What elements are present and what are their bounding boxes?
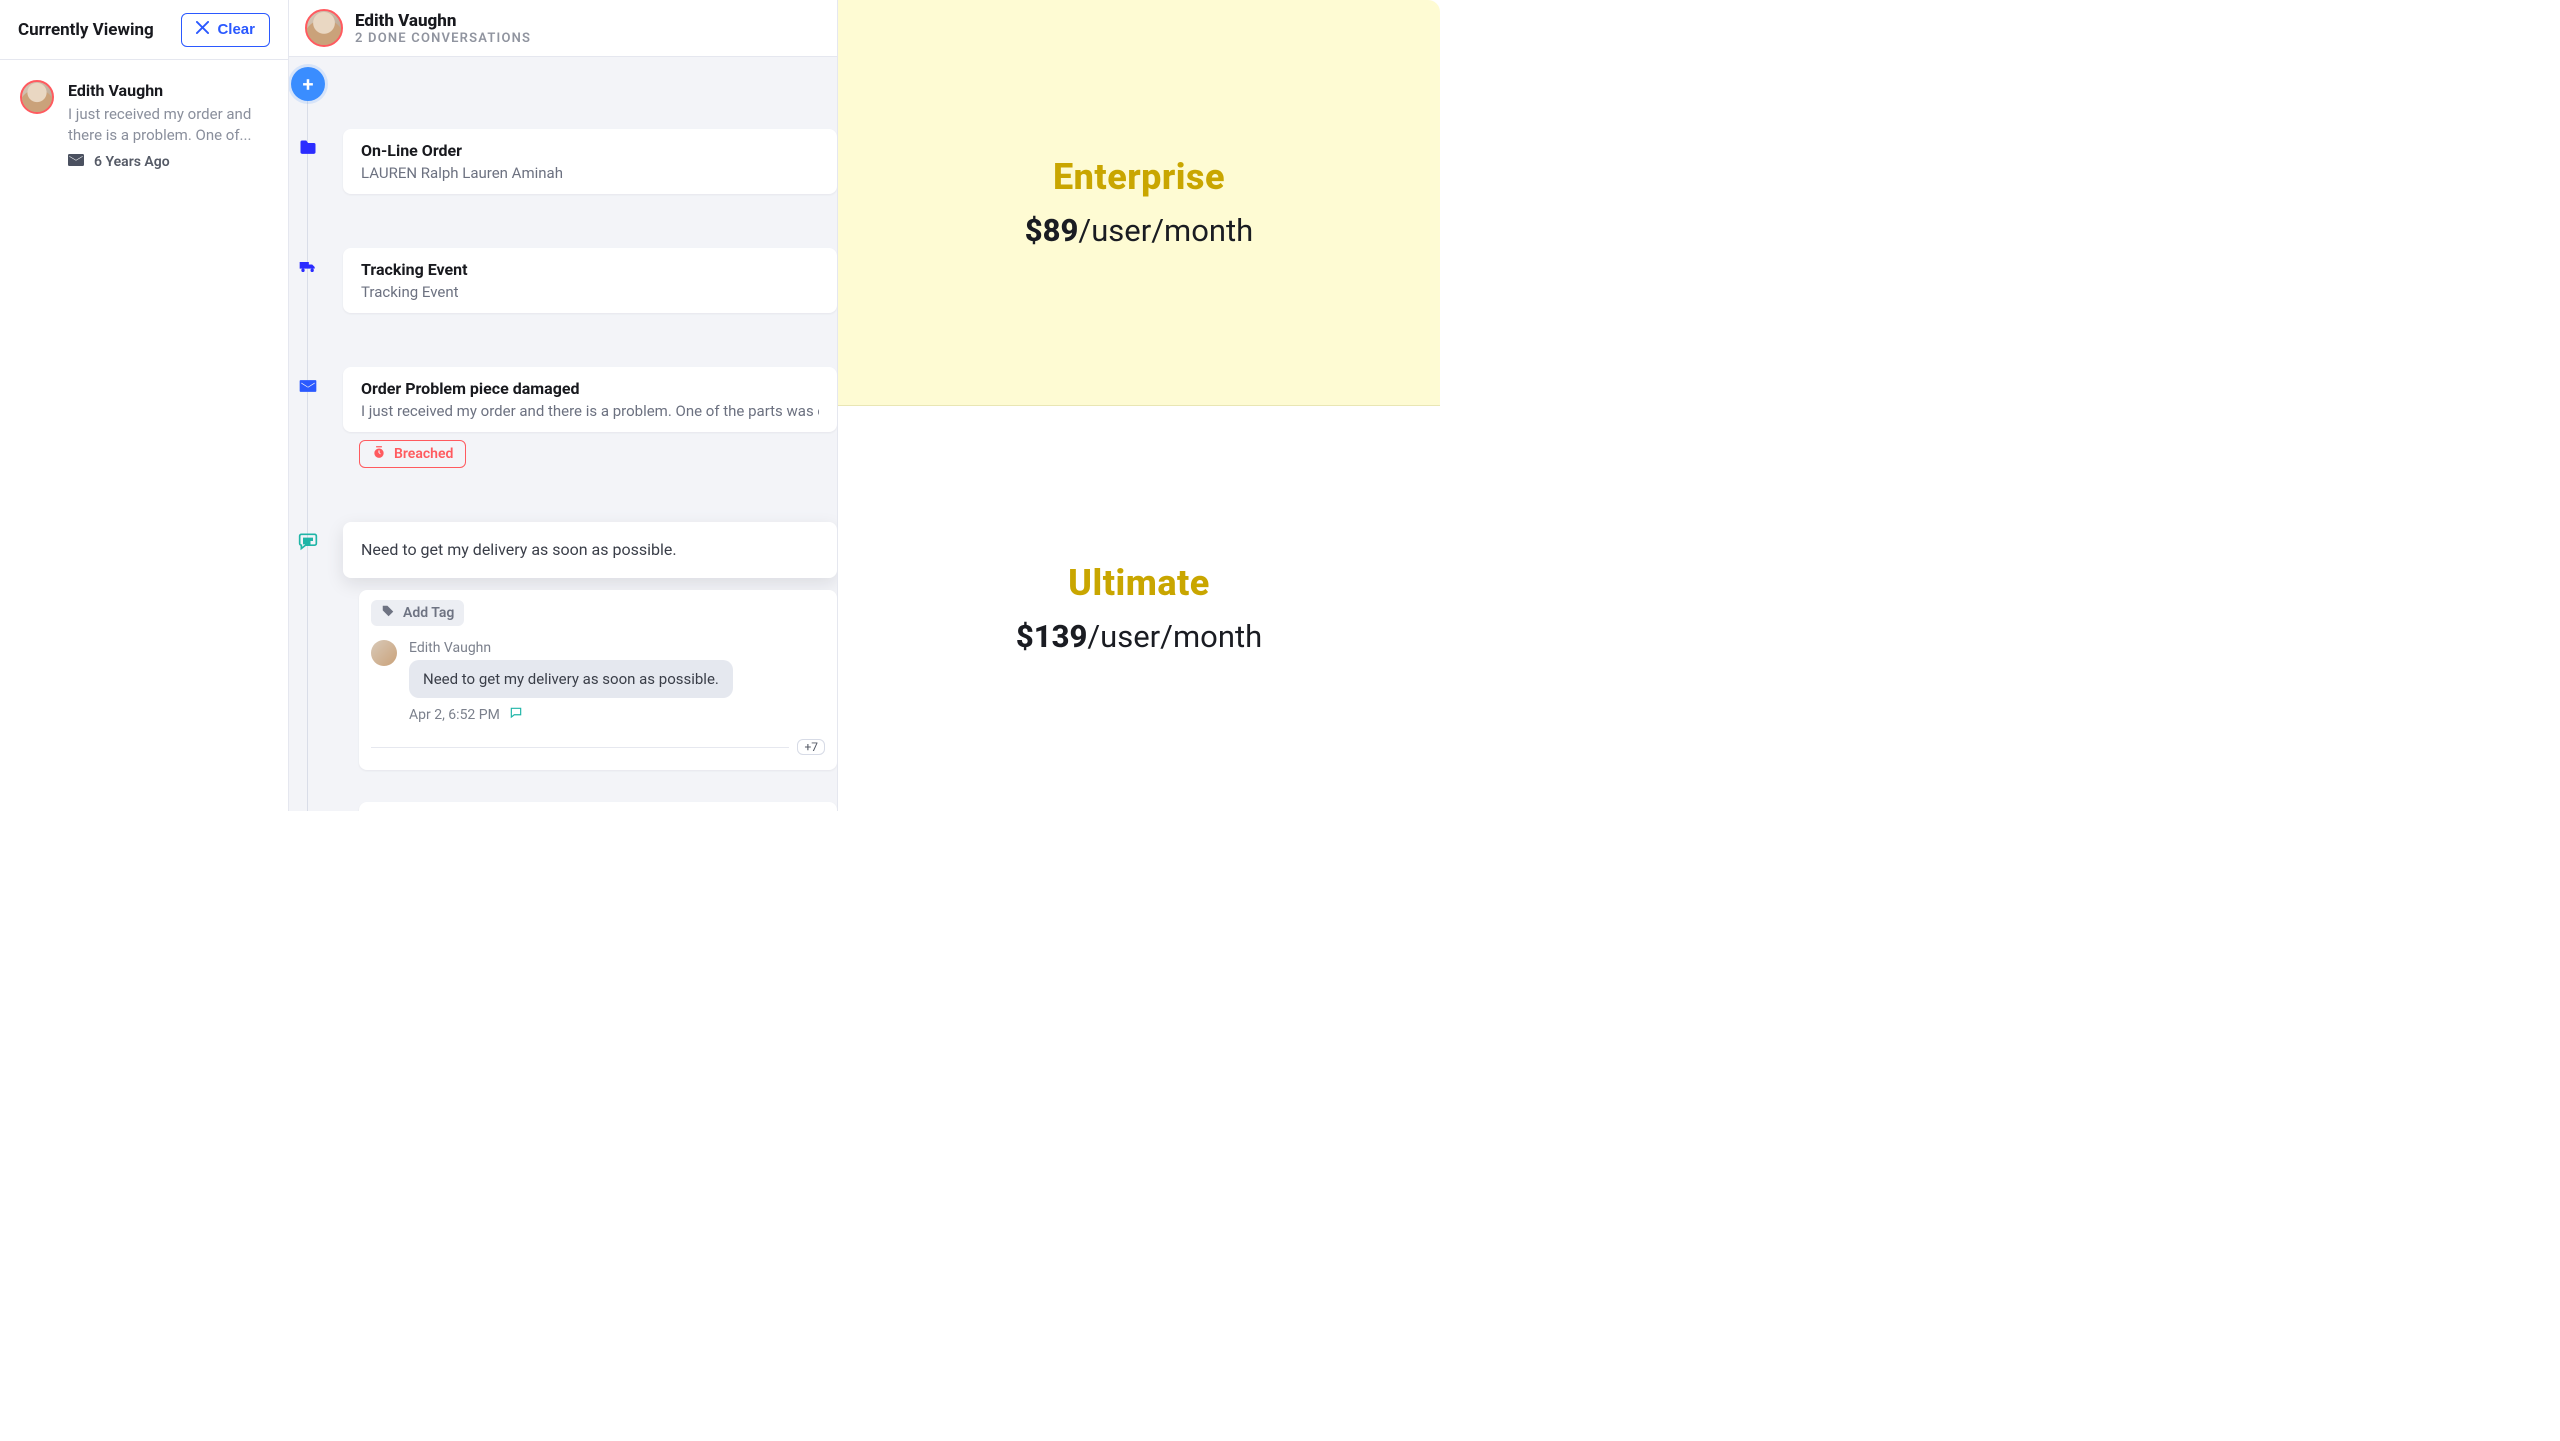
plan-name: Enterprise xyxy=(1053,156,1225,198)
plan-price: $89/user/month xyxy=(1025,212,1253,249)
tag-icon xyxy=(381,604,395,622)
add-tag-label: Add Tag xyxy=(403,605,454,621)
event-subtitle: I just received my order and there is a … xyxy=(361,402,819,420)
message-time: Apr 2, 6:52 PM xyxy=(409,707,500,723)
main-header: Edith Vaughn 2 DONE CONVERSATIONS xyxy=(289,0,837,57)
breached-label: Breached xyxy=(394,446,453,462)
conversation-count: 2 DONE CONVERSATIONS xyxy=(355,31,531,46)
conversation-list: Edith Vaughn I just received my order an… xyxy=(0,60,288,188)
support-app: Currently Viewing Clear Edith Vaughn I j… xyxy=(0,0,838,811)
compose-bar[interactable] xyxy=(359,802,837,811)
collapsed-messages: +7 xyxy=(371,736,825,758)
avatar xyxy=(305,9,343,47)
main-title: Edith Vaughn 2 DONE CONVERSATIONS xyxy=(355,11,531,46)
conversation-preview: I just received my order and there is a … xyxy=(68,104,268,146)
message-author: Edith Vaughn xyxy=(409,640,825,656)
add-event-button[interactable]: + xyxy=(291,67,325,101)
add-tag-button[interactable]: Add Tag xyxy=(371,600,464,626)
sidebar-header: Currently Viewing Clear xyxy=(0,0,288,60)
chat-icon xyxy=(297,530,319,552)
message-meta: Apr 2, 6:52 PM xyxy=(409,706,825,724)
chat-icon xyxy=(508,706,524,724)
event-badges: Breached xyxy=(359,440,837,468)
thread-panel: Add Tag Edith Vaughn Need to get my deli… xyxy=(359,590,837,770)
event-card[interactable]: Order Problem piece damaged I just recei… xyxy=(343,367,837,432)
conversation-item[interactable]: Edith Vaughn I just received my order an… xyxy=(0,72,288,176)
breached-badge: Breached xyxy=(359,440,466,468)
timeline-row: Order Problem piece damaged I just recei… xyxy=(289,367,837,468)
close-icon xyxy=(196,21,209,38)
customer-name: Edith Vaughn xyxy=(355,11,531,31)
folder-icon xyxy=(297,137,319,159)
message-bubble: Need to get my delivery as soon as possi… xyxy=(409,660,733,698)
plan-amount: $89 xyxy=(1025,212,1079,249)
sidebar-title: Currently Viewing xyxy=(18,20,154,40)
show-more-button[interactable]: +7 xyxy=(797,739,825,755)
timeline-row: Need to get my delivery as soon as possi… xyxy=(289,522,837,811)
event-title: On-Line Order xyxy=(361,141,819,160)
timeline-row: Tracking Event Tracking Event xyxy=(289,248,837,313)
plan-amount: $139 xyxy=(1016,618,1088,655)
plus-icon: + xyxy=(303,72,314,96)
conversation-meta: 6 Years Ago xyxy=(68,154,268,170)
plan-name: Ultimate xyxy=(1068,562,1210,604)
event-title: Order Problem piece damaged xyxy=(361,379,819,398)
sidebar: Currently Viewing Clear Edith Vaughn I j… xyxy=(0,0,289,811)
conversation-name: Edith Vaughn xyxy=(68,80,268,102)
event-card[interactable]: Tracking Event Tracking Event xyxy=(343,248,837,313)
plan-price: $139/user/month xyxy=(1016,618,1262,655)
divider xyxy=(371,747,789,748)
thread-title: Need to get my delivery as soon as possi… xyxy=(361,540,819,559)
conversation-age: 6 Years Ago xyxy=(94,154,170,170)
clear-button[interactable]: Clear xyxy=(181,13,270,47)
plan-unit: /user/month xyxy=(1078,212,1253,249)
event-card[interactable]: On-Line Order LAUREN Ralph Lauren Aminah xyxy=(343,129,837,194)
timer-icon xyxy=(372,445,386,463)
event-subtitle: LAUREN Ralph Lauren Aminah xyxy=(361,164,819,182)
plan-enterprise: Enterprise $89/user/month xyxy=(838,0,1440,406)
avatar xyxy=(20,80,54,114)
pricing-panel: Enterprise $89/user/month Ultimate $139/… xyxy=(838,0,1440,811)
timeline-row: On-Line Order LAUREN Ralph Lauren Aminah xyxy=(289,129,837,194)
thread-card[interactable]: Need to get my delivery as soon as possi… xyxy=(343,522,837,578)
timeline: + On-Line Order LAUREN Ralph Lauren Amin… xyxy=(289,57,837,811)
mail-icon xyxy=(68,154,84,170)
mail-icon xyxy=(297,375,319,397)
event-subtitle: Tracking Event xyxy=(361,283,819,301)
plan-unit: /user/month xyxy=(1087,618,1262,655)
plan-ultimate: Ultimate $139/user/month xyxy=(838,406,1440,812)
conversation-body: Edith Vaughn I just received my order an… xyxy=(68,80,268,170)
main-panel: Edith Vaughn 2 DONE CONVERSATIONS + On-L… xyxy=(289,0,837,811)
event-title: Tracking Event xyxy=(361,260,819,279)
truck-icon xyxy=(297,256,319,278)
clear-label: Clear xyxy=(217,21,255,38)
message: Edith Vaughn Need to get my delivery as … xyxy=(371,640,825,724)
avatar xyxy=(371,640,397,666)
